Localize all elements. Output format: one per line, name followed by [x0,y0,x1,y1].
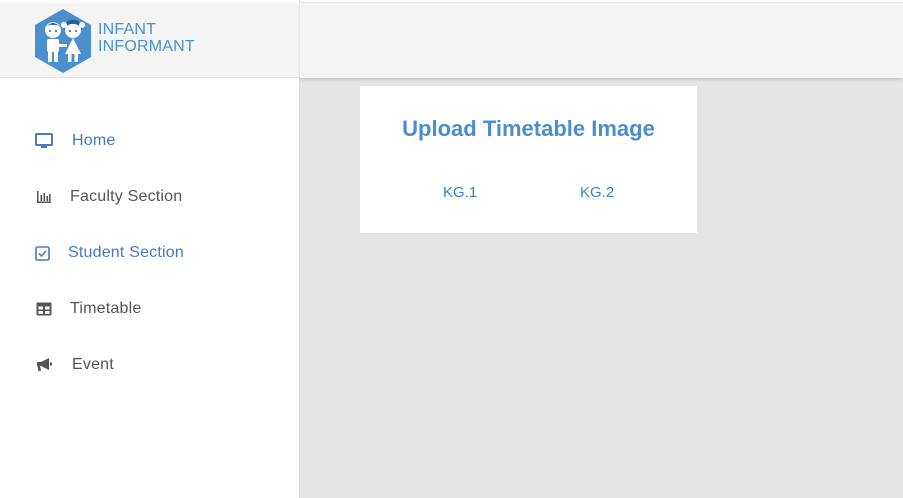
brand-line1: INFANT [98,21,157,38]
sidebar-item-faculty-section[interactable]: Faculty Section [0,169,300,225]
sidebar: INFANT INFORMANT Home Faculty Section St… [0,0,300,498]
bar-chart-icon [34,187,54,207]
sidebar-item-event[interactable]: Event [0,337,300,393]
class-link-kg2[interactable]: KG.2 [580,184,614,201]
sidebar-item-label: Student Section [68,244,184,261]
table-icon [34,299,54,319]
sidebar-item-home[interactable]: Home [0,113,300,169]
brand-line2: INFORMANT [98,38,195,55]
checkbox-icon [32,243,52,263]
sidebar-item-student-section[interactable]: Student Section [0,225,300,281]
brand-name: INFANT INFORMANT [98,21,195,55]
logo-area: INFANT INFORMANT [0,3,300,78]
sidebar-item-timetable[interactable]: Timetable [0,281,300,337]
sidebar-item-label: Home [72,132,116,149]
sidebar-item-label: Timetable [70,300,142,317]
class-link-kg1[interactable]: KG.1 [443,184,477,201]
upload-timetable-card: Upload Timetable Image KG.1 KG.2 [360,86,697,233]
page-title: Upload Timetable Image [402,116,655,141]
top-header-bar [300,3,903,78]
sidebar-item-label: Faculty Section [70,188,183,205]
megaphone-icon [34,355,54,375]
logo-children-icon[interactable] [33,8,93,74]
sidebar-item-label: Event [72,356,114,373]
monitor-icon [34,131,54,151]
